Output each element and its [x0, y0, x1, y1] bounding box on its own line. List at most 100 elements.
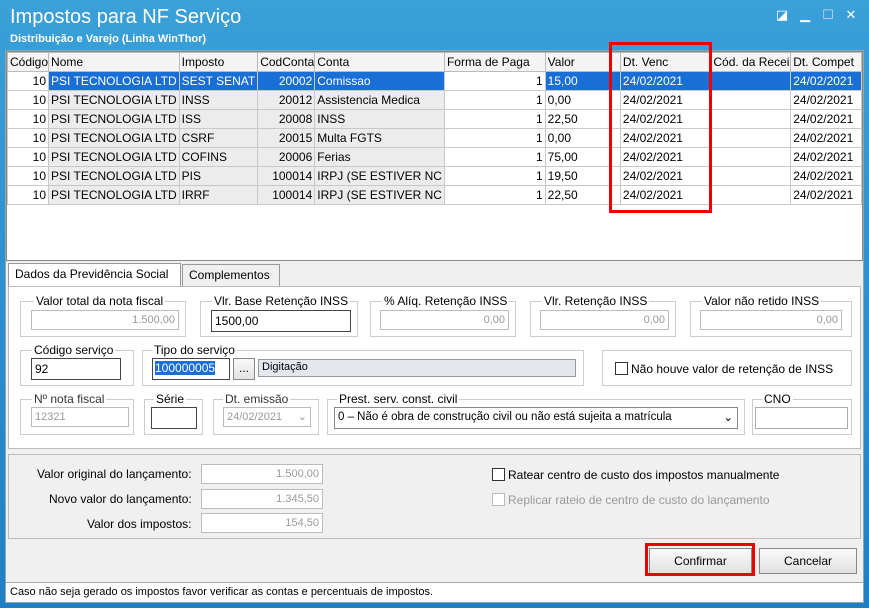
table-cell[interactable]: 10 [7, 128, 50, 148]
table-cell[interactable]: Ferias [314, 147, 445, 167]
cancelar-button[interactable]: Cancelar [759, 548, 857, 574]
table-cell[interactable]: PSI TECNOLOGIA LTD [48, 166, 180, 186]
table-cell[interactable] [710, 147, 792, 167]
table-cell[interactable]: 1 [443, 109, 546, 129]
table-row[interactable]: 10 PSI TECNOLOGIA LTD CSRF 20015 Multa FGTS 1… [7, 128, 862, 148]
table-row[interactable]: 10 PSI TECNOLOGIA LTD COFINS 20006 Ferias 1 75… [7, 147, 862, 167]
table-cell[interactable]: 24/02/2021 [790, 147, 862, 167]
column-header[interactable]: Forma de Paga [443, 52, 546, 72]
table-cell[interactable]: IRPJ (SE ESTIVER NC [314, 185, 445, 205]
table-cell[interactable] [710, 185, 792, 205]
table-cell[interactable] [710, 109, 792, 129]
client-area: Código Nome Imposto CodConta Conta Forma de P… [5, 42, 864, 603]
close-icon[interactable]: ✕ [843, 8, 859, 24]
minimize-icon[interactable]: ▁ [797, 8, 813, 24]
table-cell[interactable]: 10 [7, 147, 50, 167]
table-cell[interactable]: IRPJ (SE ESTIVER NC [314, 166, 445, 186]
table-cell[interactable]: 1 [443, 90, 546, 110]
column-header[interactable]: Conta [314, 52, 445, 72]
table-cell[interactable]: INSS [178, 90, 259, 110]
nao-retido-label: Valor não retido INSS [702, 294, 822, 308]
codigo-servico-input[interactable]: 92 [31, 358, 121, 380]
table-cell[interactable]: PSI TECNOLOGIA LTD [48, 185, 180, 205]
serie-input[interactable] [151, 407, 197, 429]
replicar-label: Replicar rateio de centro de custo do la… [508, 493, 770, 507]
column-header[interactable]: Cód. da Recei [710, 52, 792, 72]
tipo-servico-input[interactable]: 100000005 [152, 358, 230, 380]
table-cell[interactable]: INSS [314, 109, 445, 129]
table-cell[interactable]: Assistencia Medica [314, 90, 445, 110]
table-cell[interactable]: 24/02/2021 [790, 166, 862, 186]
table-cell[interactable]: 20012 [257, 90, 316, 110]
table-cell[interactable]: Comissao [314, 71, 445, 91]
table-cell[interactable]: 20008 [257, 109, 316, 129]
tab-dados-previdencia[interactable]: Dados da Previdência Social [8, 263, 181, 287]
table-cell[interactable]: 10 [7, 166, 50, 186]
table-cell[interactable]: PSI TECNOLOGIA LTD [48, 90, 180, 110]
nao-houve-checkbox[interactable] [615, 362, 628, 375]
table-cell[interactable]: PSI TECNOLOGIA LTD [48, 128, 180, 148]
table-cell[interactable]: PIS [178, 166, 259, 186]
valor-original-label: Valor original do lançamento: [37, 467, 192, 481]
table-cell[interactable]: 10 [7, 90, 50, 110]
table-cell[interactable]: 10 [7, 71, 50, 91]
table-cell[interactable]: 1 [443, 185, 546, 205]
table-cell[interactable]: 100014 [257, 185, 316, 205]
table-cell[interactable]: PSI TECNOLOGIA LTD [48, 109, 180, 129]
prest-serv-select[interactable]: 0 – Não é obra de construção civil ou nã… [334, 407, 738, 429]
base-retencao-input[interactable]: 1500,00 [211, 310, 351, 332]
chevron-down-icon: ⌄ [297, 411, 307, 423]
column-header[interactable]: Nome [48, 52, 180, 72]
nota-fiscal-field: 12321 [31, 407, 129, 427]
dt-venc-highlight [609, 42, 712, 213]
table-cell[interactable]: 24/02/2021 [790, 90, 862, 110]
table-cell[interactable]: 24/02/2021 [790, 128, 862, 148]
maximize-icon[interactable]: ☐ [820, 8, 836, 24]
status-bar: Caso não seja gerado os impostos favor v… [6, 582, 863, 602]
table-cell[interactable]: 10 [7, 109, 50, 129]
table-cell[interactable]: COFINS [178, 147, 259, 167]
chevron-down-icon: ⌄ [723, 412, 733, 424]
table-cell[interactable]: 20002 [257, 71, 316, 91]
tab-complementos[interactable]: Complementos [182, 264, 280, 286]
table-cell[interactable]: 24/02/2021 [790, 71, 862, 91]
table-cell[interactable]: ISS [178, 109, 259, 129]
table-row[interactable]: 10 PSI TECNOLOGIA LTD IRRF 100014 IRPJ (SE E… [7, 185, 862, 205]
table-cell[interactable]: 20006 [257, 147, 316, 167]
tipo-servico-search-button[interactable]: ... [233, 358, 255, 380]
table-row[interactable]: 10 PSI TECNOLOGIA LTD SEST SENAT 20002 Comis… [7, 71, 862, 91]
table-cell[interactable]: Multa FGTS [314, 128, 445, 148]
ratear-checkbox[interactable] [492, 468, 505, 481]
table-cell[interactable]: 1 [443, 166, 546, 186]
table-cell[interactable] [710, 166, 792, 186]
column-header[interactable]: Código [7, 52, 50, 72]
table-cell[interactable]: 24/02/2021 [790, 109, 862, 129]
valor-total-label: Valor total da nota fiscal [34, 294, 166, 308]
table-cell[interactable]: 10 [7, 185, 50, 205]
table-cell[interactable]: 100014 [257, 166, 316, 186]
table-cell[interactable]: 24/02/2021 [790, 185, 862, 205]
column-header[interactable]: Dt. Compet [790, 52, 862, 72]
column-header[interactable]: Imposto [178, 52, 259, 72]
table-row[interactable]: 10 PSI TECNOLOGIA LTD PIS 100014 IRPJ (SE ES… [7, 166, 862, 186]
table-cell[interactable]: PSI TECNOLOGIA LTD [48, 71, 180, 91]
table-cell[interactable]: 1 [443, 128, 546, 148]
column-header[interactable]: CodConta [257, 52, 316, 72]
restore-icon[interactable]: ◪ [774, 8, 790, 24]
table-cell[interactable]: 20015 [257, 128, 316, 148]
table-row[interactable]: 10 PSI TECNOLOGIA LTD INSS 20012 Assistencia… [7, 90, 862, 110]
table-cell[interactable]: PSI TECNOLOGIA LTD [48, 147, 180, 167]
table-row[interactable]: 10 PSI TECNOLOGIA LTD ISS 20008 INSS 1 22,50 24… [7, 109, 862, 129]
table-cell[interactable]: CSRF [178, 128, 259, 148]
table-cell[interactable]: 1 [443, 147, 546, 167]
table-cell[interactable] [710, 71, 792, 91]
table-cell[interactable] [710, 128, 792, 148]
table-cell[interactable]: SEST SENAT [178, 71, 259, 91]
table-cell[interactable]: 1 [443, 71, 546, 91]
table-cell[interactable] [710, 90, 792, 110]
table-cell[interactable]: IRRF [178, 185, 259, 205]
prest-serv-value: 0 – Não é obra de construção civil ou nã… [338, 411, 672, 423]
taxes-grid[interactable]: Código Nome Imposto CodConta Conta Forma de P… [6, 51, 863, 261]
cno-input[interactable] [755, 407, 848, 429]
dt-emissao-label: Dt. emissão [223, 392, 291, 406]
